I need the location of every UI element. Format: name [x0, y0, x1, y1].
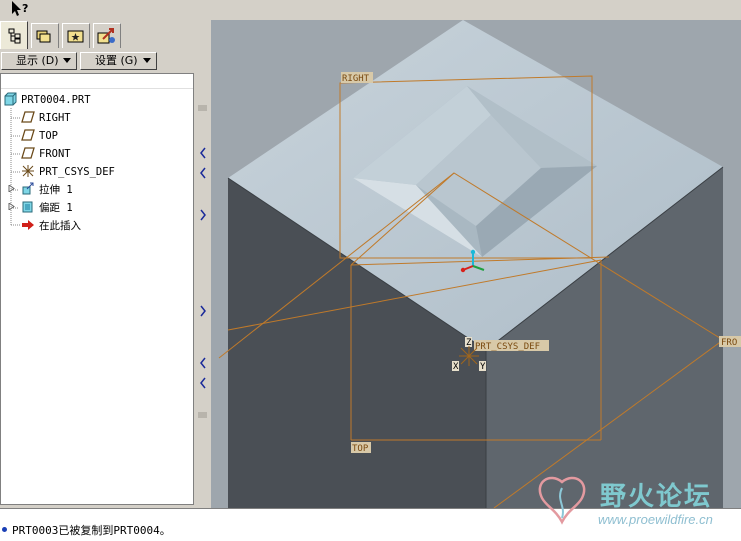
tree-root-label: PRT0004.PRT	[21, 94, 91, 106]
splitter-handles	[198, 105, 207, 418]
tree-item-label: 偏距 1	[39, 202, 73, 214]
datum-label-right: RIGHT	[342, 74, 370, 84]
chevron-down-icon	[63, 58, 71, 63]
tree-root[interactable]: PRT0004.PRT	[3, 92, 91, 108]
forum-logo-icon	[538, 476, 586, 525]
settings-dropdown-label: 设置 (G)	[95, 54, 138, 67]
navigator-tabs	[0, 21, 200, 49]
bullet-icon	[2, 527, 7, 532]
chevron-down-icon	[143, 58, 151, 63]
datum-label-top: TOP	[352, 444, 369, 454]
tree-item-extrude[interactable]: 拉伸 1	[21, 182, 73, 198]
csys-axis-y: Y	[480, 362, 486, 372]
part-icon	[4, 92, 17, 106]
tree-item-label: 拉伸 1	[39, 184, 73, 196]
status-message: PRT0003已被复制到PRT0004。	[2, 522, 171, 538]
tree-item-label: RIGHT	[39, 112, 71, 124]
display-dropdown-label: 显示 (D)	[16, 54, 59, 67]
tree-item-insert-here[interactable]: 在此插入	[21, 218, 81, 234]
tab-connections[interactable]	[93, 23, 121, 48]
expand-triangle-icon[interactable]	[8, 185, 15, 192]
datum-plane-icon	[21, 111, 35, 123]
tree-item-front[interactable]: FRONT	[21, 146, 71, 162]
datum-plane-icon	[21, 147, 35, 159]
datum-label-front: FRO	[721, 338, 737, 348]
datum-plane-icon	[21, 129, 35, 141]
status-message-text: PRT0003已被复制到PRT0004。	[12, 524, 171, 537]
tree-item-offset[interactable]: 偏距 1	[21, 200, 73, 216]
tree-item-top[interactable]: TOP	[21, 128, 58, 144]
offset-icon	[22, 201, 33, 213]
csys-label: PRT_CSYS_DEF	[475, 342, 540, 352]
csys-symbol	[459, 346, 479, 366]
folder-browser-icon	[36, 30, 51, 43]
tree-item-label: PRT_CSYS_DEF	[39, 166, 115, 178]
expand-triangle-icon[interactable]	[8, 203, 15, 210]
extrude-icon	[22, 182, 34, 195]
csys-axis-x: X	[453, 362, 459, 372]
settings-dropdown[interactable]: 设置 (G)	[80, 52, 157, 70]
csys-icon	[22, 165, 34, 177]
display-dropdown[interactable]: 显示 (D)	[1, 52, 77, 70]
tab-favorites[interactable]	[62, 23, 90, 48]
insert-here-arrow-icon	[22, 220, 34, 230]
tree-options-bar: 显示 (D) 设置 (G)	[0, 50, 194, 72]
whats-this-help-icon[interactable]: ?	[10, 0, 32, 18]
svg-text:?: ?	[22, 2, 28, 15]
tree-item-right[interactable]: RIGHT	[21, 110, 71, 126]
model-tree: PRT0004.PRT RIGHT TOP FRONT PRT_CSYS_DEF…	[0, 73, 194, 505]
graphics-viewport[interactable]: RIGHT FRO TOP PRT_CSYS_DEF Z X Y	[211, 20, 741, 508]
tree-item-label: TOP	[39, 130, 58, 142]
tab-folder-browser[interactable]	[31, 23, 59, 48]
tree-item-csys[interactable]: PRT_CSYS_DEF	[21, 164, 115, 180]
watermark-title: 野火论坛	[600, 482, 713, 512]
model-3d-view: RIGHT FRO TOP PRT_CSYS_DEF Z X Y	[218, 20, 741, 508]
favorites-icon	[67, 30, 84, 43]
top-toolbar: ?	[0, 0, 741, 20]
tree-item-label: FRONT	[39, 148, 71, 160]
watermark-url: www.proewildfire.cn	[598, 512, 713, 527]
proe-window: { "toolbar": { "display_label": "显示 (D)"…	[0, 0, 741, 541]
tree-item-label: 在此插入	[39, 220, 81, 232]
navigator-splitter[interactable]	[195, 20, 210, 508]
forum-watermark: 野火论坛 www.proewildfire.cn	[530, 472, 741, 532]
tab-model-tree[interactable]	[0, 21, 28, 49]
model-tree-icon	[8, 28, 21, 44]
connections-icon	[97, 28, 115, 44]
